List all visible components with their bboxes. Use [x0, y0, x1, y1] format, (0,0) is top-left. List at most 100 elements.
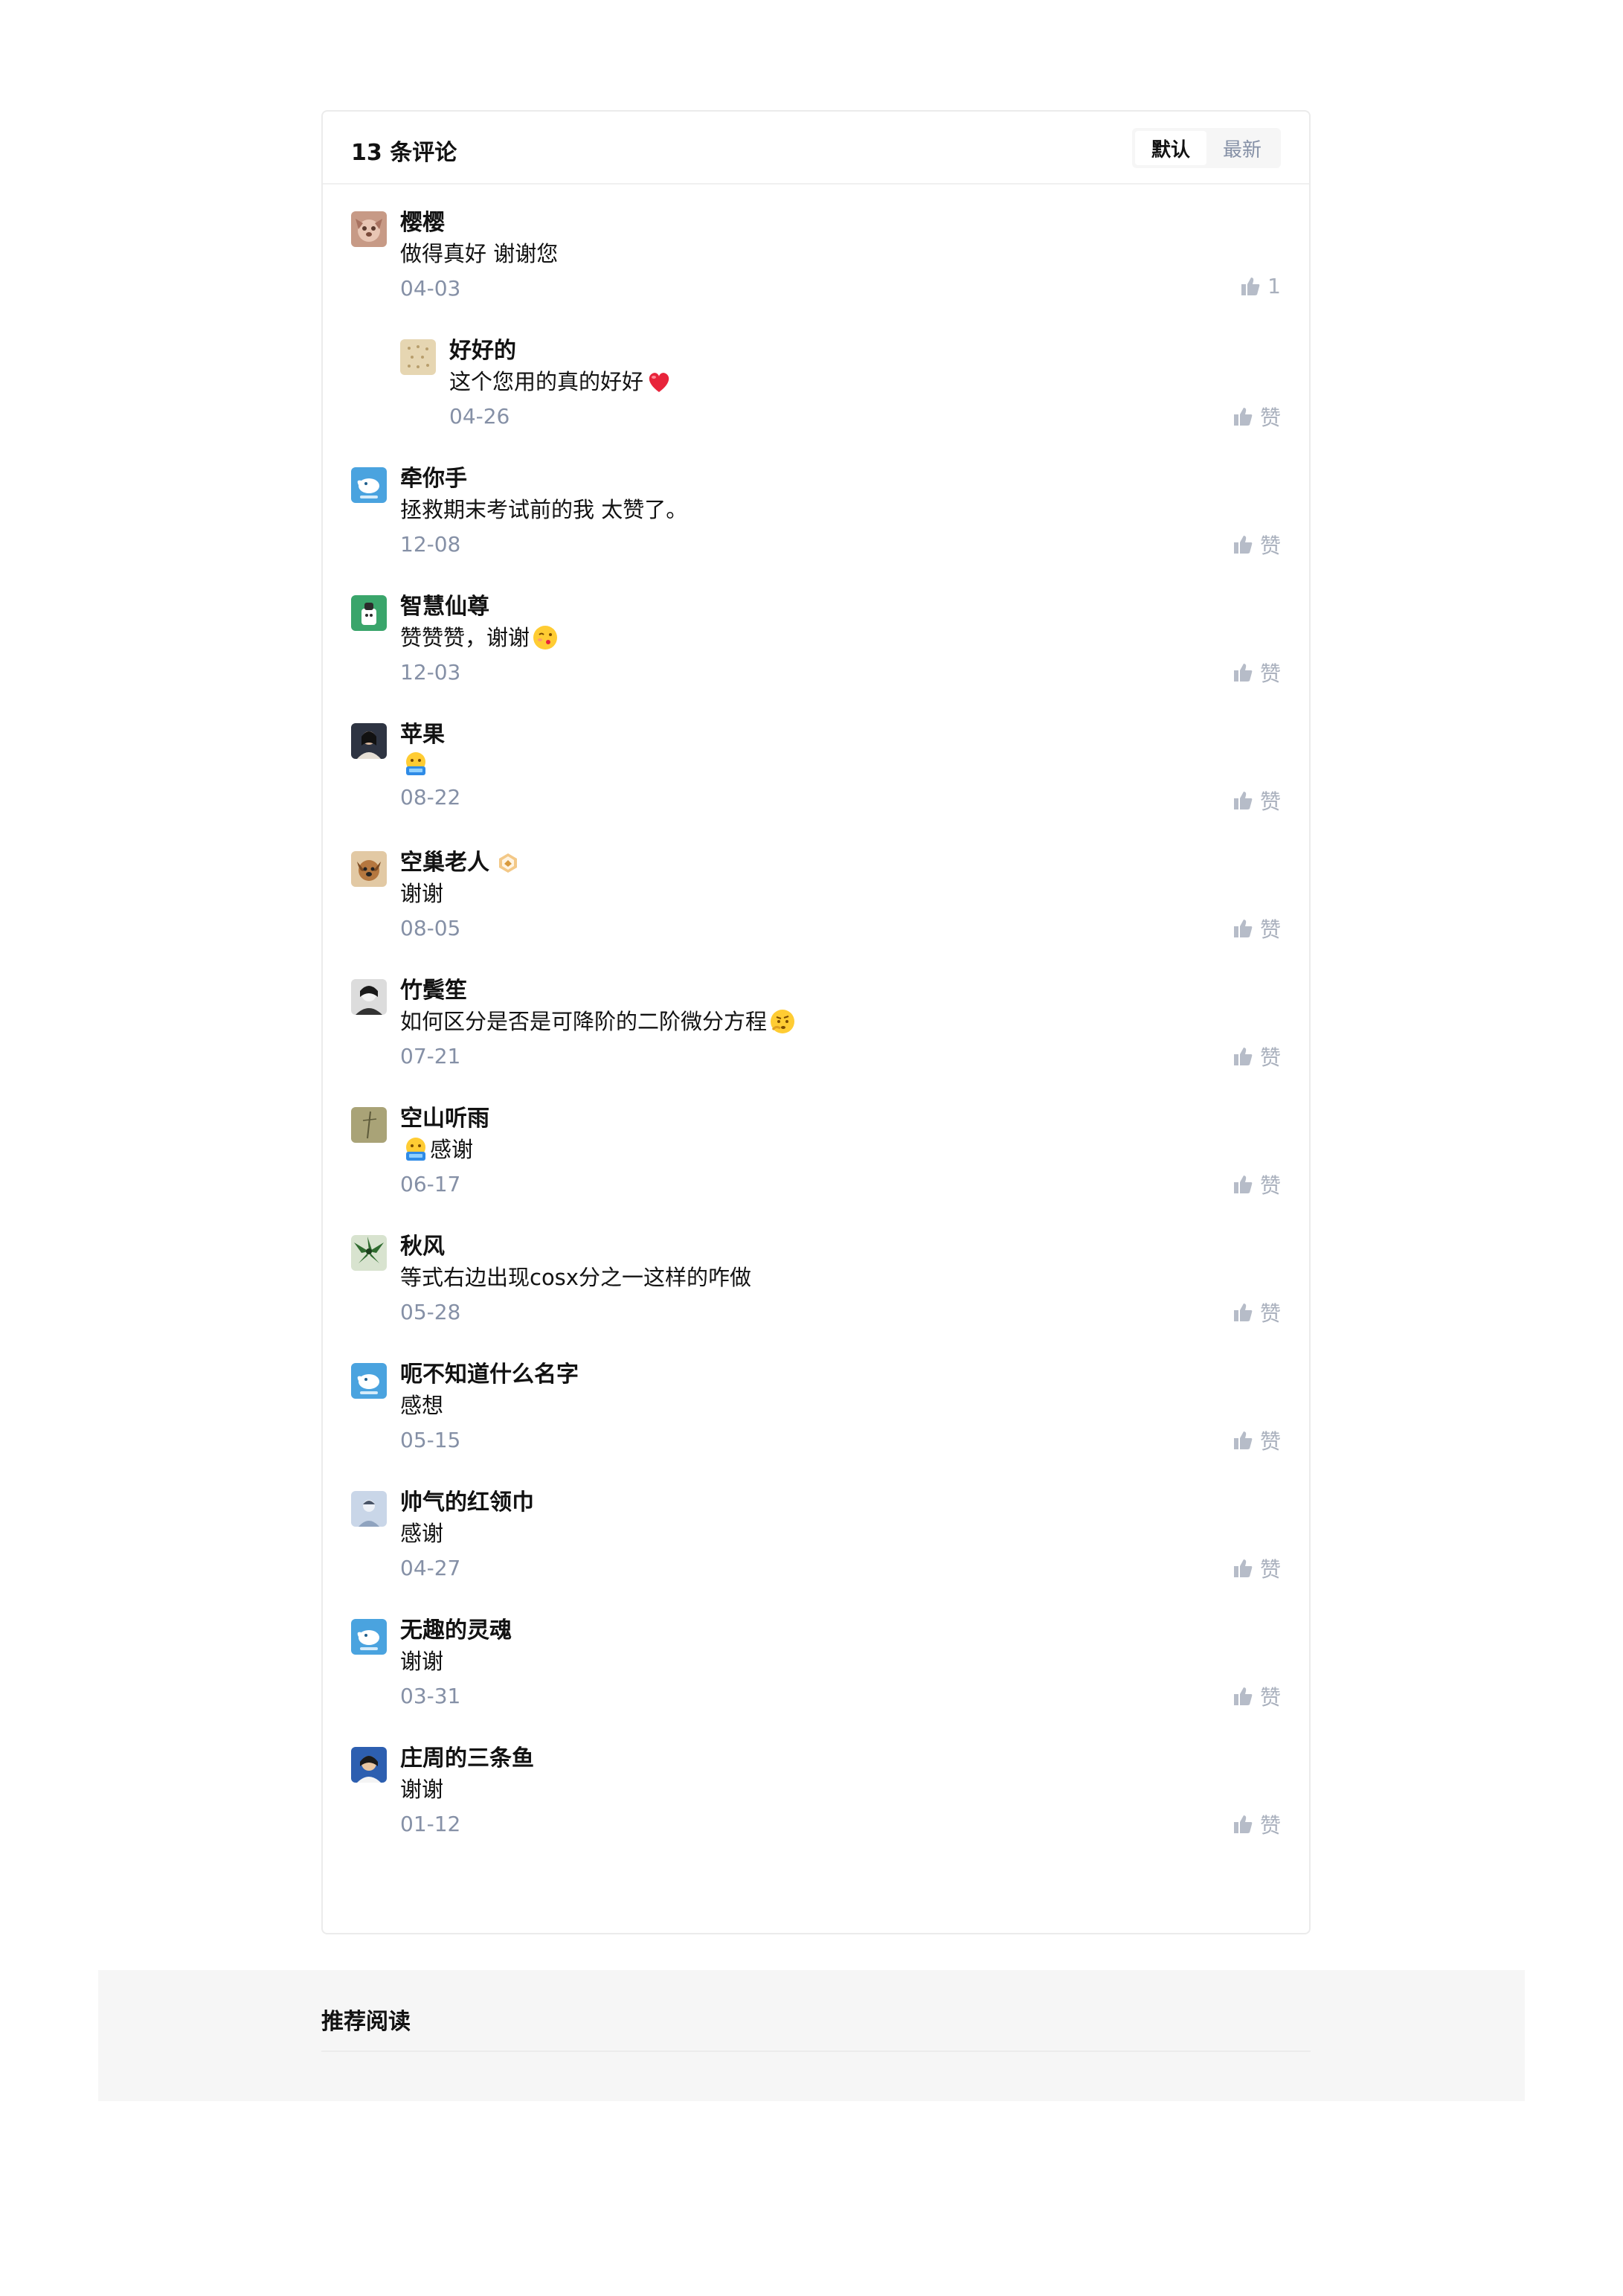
- recommend-divider: [321, 2050, 1311, 2052]
- sort-tab-latest[interactable]: 最新: [1206, 131, 1278, 165]
- comment-author-name[interactable]: 庄周的三条鱼: [400, 1744, 534, 1774]
- comment-text-content: 如何区分是否是可降阶的二阶微分方程: [400, 1009, 768, 1034]
- like-label: 赞: [1259, 1685, 1281, 1710]
- like-button[interactable]: 赞: [1232, 1042, 1281, 1071]
- comment-author-name[interactable]: 无趣的灵魂: [400, 1616, 512, 1646]
- comment-date: 01-12: [400, 1812, 461, 1836]
- comment-author-name[interactable]: 竹鬓笙: [400, 976, 467, 1006]
- comment-author[interactable]: 苹果: [400, 720, 1281, 750]
- beige-pattern-avatar[interactable]: [400, 339, 436, 375]
- comment-author-name[interactable]: 呃不知道什么名字: [400, 1360, 579, 1390]
- comment-text: 谢谢: [400, 1646, 1281, 1677]
- comment-author-name[interactable]: 苹果: [400, 720, 445, 750]
- comment-date: 04-26: [449, 404, 510, 429]
- thinking-emoji-icon: [768, 1007, 797, 1036]
- palm-tree-avatar[interactable]: [351, 1235, 387, 1271]
- comment-item: 樱樱 做得真好 谢谢您 04-03 1: [323, 208, 1309, 336]
- like-button[interactable]: 赞: [1232, 1681, 1281, 1711]
- comment-author[interactable]: 无趣的灵魂: [400, 1616, 1281, 1646]
- sort-tab-default[interactable]: 默认: [1135, 131, 1206, 165]
- comment-date: 12-03: [400, 660, 461, 684]
- comment-author[interactable]: 好好的: [449, 336, 1281, 366]
- thumbs-up-icon: [1232, 533, 1254, 556]
- comment-text-content: 等式右边出现cosx分之一这样的咋做: [400, 1265, 751, 1290]
- portrait-avatar[interactable]: [351, 723, 387, 759]
- comment-author[interactable]: 空巢老人: [400, 848, 1281, 878]
- like-button[interactable]: 赞: [1232, 530, 1281, 559]
- like-button[interactable]: 赞: [1232, 658, 1281, 687]
- zan-tong-emoji-icon: [402, 1135, 430, 1164]
- photo-dog-avatar[interactable]: [351, 211, 387, 247]
- comment-text-content: 赞赞赞，谢谢: [400, 625, 530, 650]
- like-button[interactable]: 赞: [1232, 914, 1281, 943]
- like-label: 赞: [1259, 405, 1281, 430]
- comment-author-name[interactable]: 帅气的红领巾: [400, 1488, 534, 1518]
- blue-portrait-avatar[interactable]: [351, 1747, 387, 1783]
- comment-author[interactable]: 竹鬓笙: [400, 976, 1281, 1006]
- comment-author[interactable]: 呃不知道什么名字: [400, 1360, 1281, 1390]
- thumbs-up-icon: [1232, 1813, 1254, 1835]
- like-button[interactable]: 赞: [1232, 1298, 1281, 1327]
- like-button[interactable]: 赞: [1232, 786, 1281, 815]
- zhihu-default-avatar[interactable]: [351, 1363, 387, 1399]
- thumbs-up-icon: [1232, 789, 1254, 812]
- comment-body: 苹果 08-22: [400, 720, 1281, 815]
- comment-text: 赞赞赞，谢谢: [400, 622, 1281, 653]
- like-label: 赞: [1259, 1045, 1281, 1070]
- like-button[interactable]: 赞: [1232, 1426, 1281, 1455]
- dog-photo-avatar[interactable]: [351, 851, 387, 887]
- kiss-wink-emoji-icon: [531, 623, 559, 652]
- comment-text: 感谢: [400, 1134, 1281, 1165]
- zhihu-default-avatar[interactable]: [351, 467, 387, 503]
- comment-date: 07-21: [400, 1044, 461, 1068]
- pale-photo-avatar[interactable]: [351, 1491, 387, 1527]
- comment-author[interactable]: 秋风: [400, 1232, 1281, 1262]
- thumbs-up-icon: [1232, 1301, 1254, 1324]
- like-button[interactable]: 赞: [1232, 1553, 1281, 1583]
- comment-text-content: 谢谢: [400, 1649, 444, 1674]
- comment-author[interactable]: 空山听雨: [400, 1104, 1281, 1134]
- comment-author-name[interactable]: 秋风: [400, 1232, 445, 1262]
- like-label: 赞: [1259, 1557, 1281, 1582]
- comment-date: 08-05: [400, 916, 461, 940]
- comment-author[interactable]: 帅气的红领巾: [400, 1488, 1281, 1518]
- comment-text-content: 感想: [400, 1393, 444, 1418]
- comment-reply: 好好的 这个您用的真的好好 04-26 赞: [372, 336, 1309, 464]
- comment-text-content: 拯救期末考试前的我 太赞了。: [400, 497, 688, 522]
- comment-item: 无趣的灵魂 谢谢 03-31 赞: [323, 1616, 1309, 1744]
- like-label: 赞: [1259, 1429, 1281, 1454]
- comment-date: 08-22: [400, 785, 461, 809]
- comment-author-name[interactable]: 好好的: [449, 336, 516, 366]
- thumbs-up-icon: [1232, 1557, 1254, 1580]
- comment-author-name[interactable]: 空巢老人: [400, 848, 489, 878]
- comment-item: 苹果 08-22 赞: [323, 720, 1309, 848]
- thumbs-up-icon: [1232, 1429, 1254, 1452]
- like-button[interactable]: 1: [1239, 274, 1281, 298]
- comment-author[interactable]: 庄周的三条鱼: [400, 1744, 1281, 1774]
- comment-body: 秋风 等式右边出现cosx分之一这样的咋做 05-28: [400, 1232, 1281, 1330]
- like-button[interactable]: 赞: [1232, 402, 1281, 432]
- like-button[interactable]: 赞: [1232, 1170, 1281, 1199]
- comment-text: 谢谢: [400, 1774, 1281, 1805]
- comment-author[interactable]: 樱樱: [400, 208, 1281, 238]
- olive-sketch-avatar[interactable]: [351, 1107, 387, 1143]
- comment-text: 感想: [400, 1390, 1281, 1421]
- comment-body: 智慧仙尊赞赞赞，谢谢 12-03: [400, 592, 1281, 690]
- zan-tong-emoji-icon: [402, 750, 430, 778]
- comment-author[interactable]: 牵你手: [400, 464, 1281, 494]
- comment-author-name[interactable]: 牵你手: [400, 464, 467, 494]
- zhihu-default-avatar[interactable]: [351, 1619, 387, 1655]
- like-button[interactable]: 赞: [1232, 1809, 1281, 1839]
- comment-text: 如何区分是否是可降阶的二阶微分方程: [400, 1006, 1281, 1037]
- comment-author-name[interactable]: 樱樱: [400, 208, 445, 238]
- comment-body: 无趣的灵魂 谢谢 03-31: [400, 1616, 1281, 1714]
- comment-author-name[interactable]: 智慧仙尊: [400, 592, 489, 622]
- like-label: 赞: [1259, 661, 1281, 686]
- comments-count-title: 13 条评论: [351, 140, 457, 166]
- comment-item: 牵你手 拯救期末考试前的我 太赞了。 12-08 赞: [323, 464, 1309, 592]
- bw-portrait-avatar[interactable]: [351, 979, 387, 1015]
- comment-text-content: 感谢: [430, 1137, 474, 1162]
- green-character-avatar[interactable]: [351, 595, 387, 631]
- comment-author[interactable]: 智慧仙尊: [400, 592, 1281, 622]
- comment-author-name[interactable]: 空山听雨: [400, 1104, 489, 1134]
